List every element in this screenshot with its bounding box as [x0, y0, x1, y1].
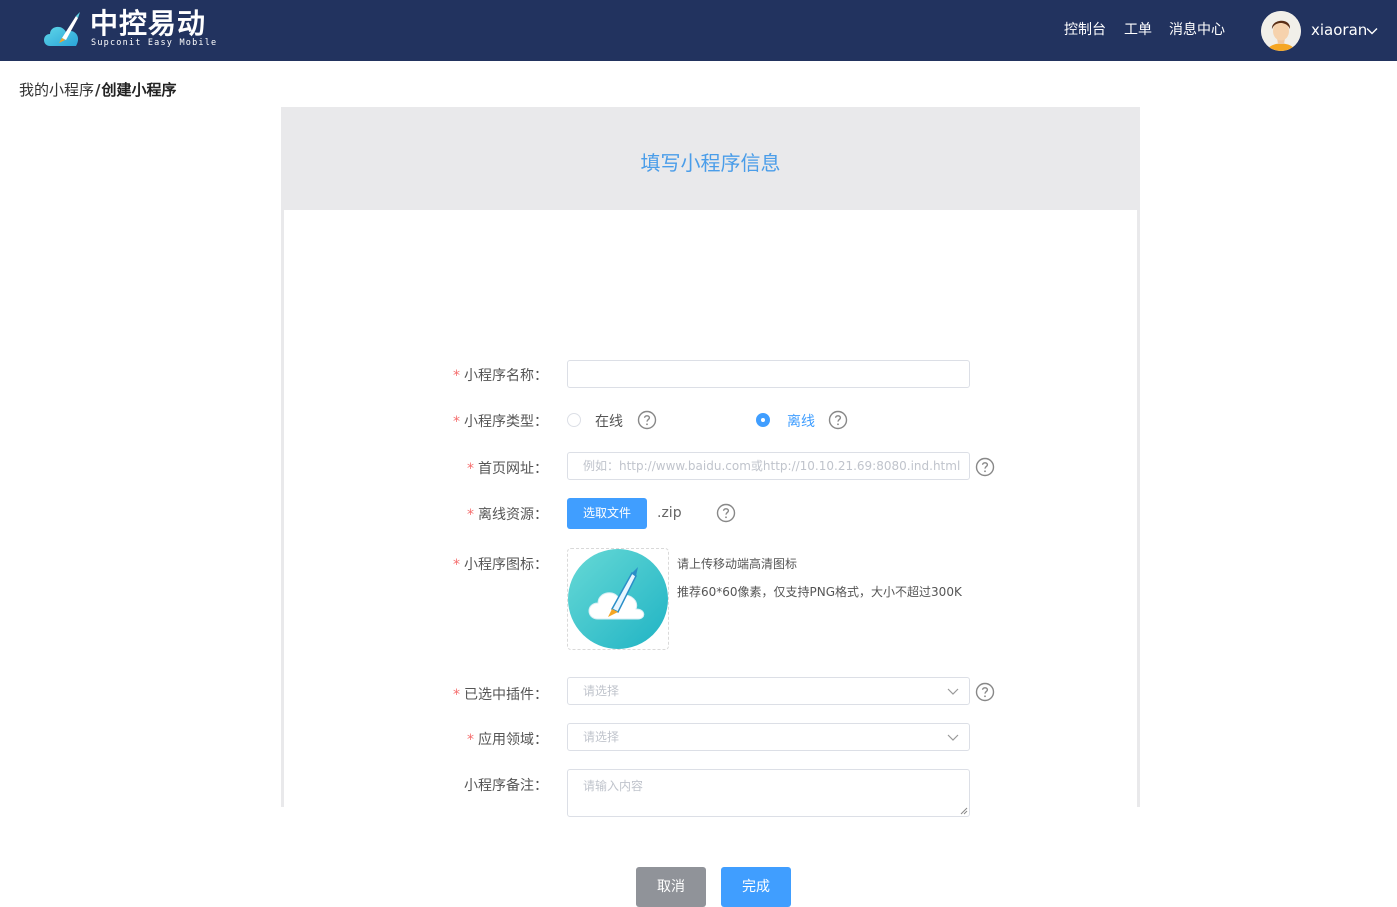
- resize-handle-icon[interactable]: [960, 807, 968, 815]
- username[interactable]: xiaoran: [1311, 0, 1367, 61]
- help-icon[interactable]: [716, 503, 736, 523]
- plugins-select[interactable]: 请选择: [567, 677, 970, 705]
- user-avatar-icon: [1261, 11, 1301, 51]
- file-extension: .zip: [657, 505, 682, 521]
- icon-label: * 小程序图标：: [453, 557, 548, 573]
- radio-online-label[interactable]: 在线: [595, 411, 623, 431]
- chevron-down-icon[interactable]: [1366, 25, 1378, 37]
- nav-messages[interactable]: 消息中心: [1169, 0, 1225, 61]
- form-card: 填写小程序信息 *小程序名称： *小程序类型： 在线 离线 *首页网址：: [281, 107, 1140, 907]
- cancel-button[interactable]: 取消: [636, 867, 706, 907]
- breadcrumb-parent[interactable]: 我的小程序: [19, 81, 94, 99]
- domain-select[interactable]: 请选择: [567, 723, 970, 751]
- breadcrumb: 我的小程序/创建小程序: [19, 79, 177, 100]
- form-body: * 小程序名称： * 小程序类型： 在线 离线 * 首页网址： 例如：http://w…: [284, 210, 1137, 907]
- radio-offline[interactable]: [756, 413, 770, 427]
- icon-hint-1: 请上传移动端高清图标: [677, 557, 798, 571]
- card-title: 填写小程序信息: [640, 151, 781, 175]
- nav-tickets[interactable]: 工单: [1124, 0, 1152, 61]
- help-icon[interactable]: [975, 457, 995, 477]
- type-label: * 小程序类型：: [453, 414, 548, 430]
- icon-upload[interactable]: [567, 548, 669, 650]
- brand-subtitle: Supconit Easy Mobile: [91, 38, 218, 48]
- homepage-label: * 首页网址：: [467, 461, 548, 477]
- name-input[interactable]: [567, 360, 970, 388]
- remark-textarea[interactable]: 请输入内容: [567, 769, 970, 817]
- choose-file-button[interactable]: 选取文件: [567, 498, 647, 529]
- brand-logo[interactable]: 中控易动 Supconit Easy Mobile: [40, 8, 220, 52]
- help-icon[interactable]: [637, 410, 657, 430]
- chevron-down-icon: [947, 734, 959, 741]
- name-label: * 小程序名称：: [453, 368, 548, 384]
- icon-hint-2: 推荐60*60像素，仅支持PNG格式，大小不超过300K: [677, 585, 962, 599]
- domain-label: * 应用领域：: [467, 732, 548, 748]
- breadcrumb-current: 创建小程序: [101, 81, 177, 99]
- done-button[interactable]: 完成: [721, 867, 791, 907]
- avatar[interactable]: [1261, 11, 1301, 51]
- app-icon-preview-icon: [568, 549, 668, 649]
- chevron-down-icon: [947, 688, 959, 695]
- nav-console[interactable]: 控制台: [1064, 0, 1106, 61]
- offline-label: * 离线资源：: [467, 507, 548, 523]
- plugins-label: * 已选中插件：: [453, 687, 548, 703]
- help-icon[interactable]: [975, 682, 995, 702]
- radio-online[interactable]: [567, 413, 581, 427]
- brand-name: 中控易动: [90, 7, 207, 40]
- top-header: 中控易动 Supconit Easy Mobile 控制台 工单 消息中心 xi…: [0, 0, 1397, 61]
- rocket-cloud-logo-icon: [44, 12, 80, 46]
- homepage-input[interactable]: 例如：http://www.baidu.com或http://10.10.21.…: [567, 452, 970, 480]
- radio-offline-label[interactable]: 离线: [787, 411, 815, 431]
- help-icon[interactable]: [828, 410, 848, 430]
- breadcrumb-separator: /: [95, 81, 101, 99]
- remark-label: 小程序备注：: [464, 778, 548, 794]
